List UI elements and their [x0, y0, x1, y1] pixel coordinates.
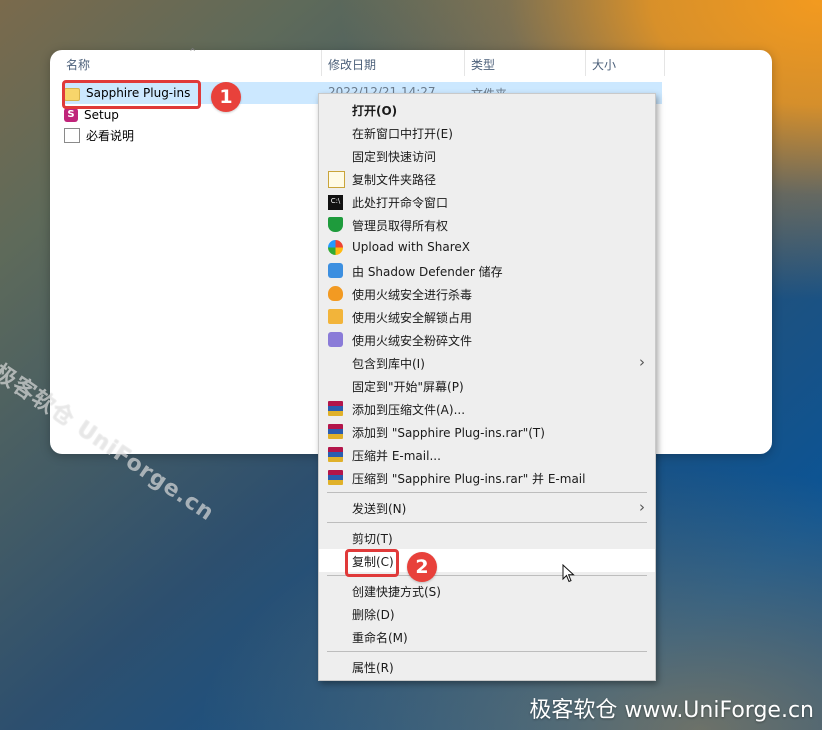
column-date-modified[interactable]: 修改日期	[328, 56, 376, 76]
menu-separator	[327, 492, 647, 493]
menu-item-cut[interactable]: 剪切(T)	[319, 526, 655, 549]
shadow-defender-icon	[328, 263, 343, 278]
column-size[interactable]: 大小	[592, 56, 616, 76]
menu-item-compress-email[interactable]: 压缩并 E-mail...	[319, 443, 655, 466]
sharex-icon	[328, 240, 343, 255]
menu-item-huorong-scan[interactable]: 使用火绒安全进行杀毒	[319, 282, 655, 305]
menu-item-send-to[interactable]: 发送到(N) ›	[319, 496, 655, 519]
menu-item-open-cmd[interactable]: C:\ 此处打开命令窗口	[319, 190, 655, 213]
menu-item-huorong-unlock[interactable]: 使用火绒安全解锁占用	[319, 305, 655, 328]
file-row-readme[interactable]: 必看说明	[64, 125, 134, 145]
setup-icon: S	[64, 108, 78, 122]
menu-item-create-shortcut[interactable]: 创建快捷方式(S)	[319, 579, 655, 602]
winrar-icon	[328, 424, 343, 439]
menu-item-compress-rar-email[interactable]: 压缩到 "Sapphire Plug-ins.rar" 并 E-mail	[319, 466, 655, 489]
menu-item-pin-start[interactable]: 固定到"开始"屏幕(P)	[319, 374, 655, 397]
menu-separator	[327, 651, 647, 652]
column-divider[interactable]	[464, 50, 465, 76]
menu-item-rename[interactable]: 重命名(M)	[319, 625, 655, 648]
highlight-box-folder	[62, 80, 201, 109]
chevron-right-icon: ›	[639, 498, 645, 516]
file-name: Setup	[84, 108, 119, 122]
shield-icon	[328, 217, 343, 232]
column-header-bar: ⌃ 名称 修改日期 类型 大小	[50, 46, 772, 76]
sort-ascending-icon: ⌃	[188, 46, 198, 59]
highlight-box-copy	[345, 549, 399, 577]
cmd-icon: C:\	[328, 195, 343, 210]
huorong-unlock-icon	[328, 309, 343, 324]
menu-item-take-ownership[interactable]: 管理员取得所有权	[319, 213, 655, 236]
menu-item-sharex[interactable]: Upload with ShareX	[319, 236, 655, 259]
watermark-corner: 极客软仓 www.UniForge.cn	[529, 698, 814, 723]
menu-item-open[interactable]: 打开(O)	[319, 98, 655, 121]
column-type[interactable]: 类型	[471, 56, 495, 76]
winrar-icon	[328, 447, 343, 462]
menu-item-delete[interactable]: 删除(D)	[319, 602, 655, 625]
huorong-shred-icon	[328, 332, 343, 347]
file-name: 必看说明	[86, 128, 135, 143]
document-icon	[64, 127, 80, 143]
winrar-icon	[328, 470, 343, 485]
column-divider[interactable]	[664, 50, 665, 76]
menu-separator	[327, 522, 647, 523]
menu-item-include-in-library[interactable]: 包含到库中(I) ›	[319, 351, 655, 374]
column-name[interactable]: 名称	[66, 56, 90, 76]
menu-item-shadow-defender[interactable]: 由 Shadow Defender 储存	[319, 259, 655, 282]
step-badge-1: 1	[211, 82, 241, 112]
winrar-icon	[328, 401, 343, 416]
column-divider[interactable]	[321, 50, 322, 76]
huorong-scan-icon	[328, 286, 343, 301]
menu-item-add-to-archive[interactable]: 添加到压缩文件(A)...	[319, 397, 655, 420]
column-divider[interactable]	[585, 50, 586, 76]
chevron-right-icon: ›	[639, 353, 645, 371]
menu-item-open-new-window[interactable]: 在新窗口中打开(E)	[319, 121, 655, 144]
copy-path-icon	[328, 171, 345, 188]
menu-item-properties[interactable]: 属性(R)	[319, 655, 655, 678]
menu-item-add-to-rar[interactable]: 添加到 "Sapphire Plug-ins.rar"(T)	[319, 420, 655, 443]
context-menu: 打开(O) 在新窗口中打开(E) 固定到快速访问 复制文件夹路径 C:\ 此处打…	[318, 93, 656, 681]
menu-item-huorong-shred[interactable]: 使用火绒安全粉碎文件	[319, 328, 655, 351]
menu-item-pin-quick-access[interactable]: 固定到快速访问	[319, 144, 655, 167]
step-badge-2: 2	[407, 552, 437, 582]
mouse-cursor-icon	[562, 564, 575, 583]
menu-item-copy-path[interactable]: 复制文件夹路径	[319, 167, 655, 190]
